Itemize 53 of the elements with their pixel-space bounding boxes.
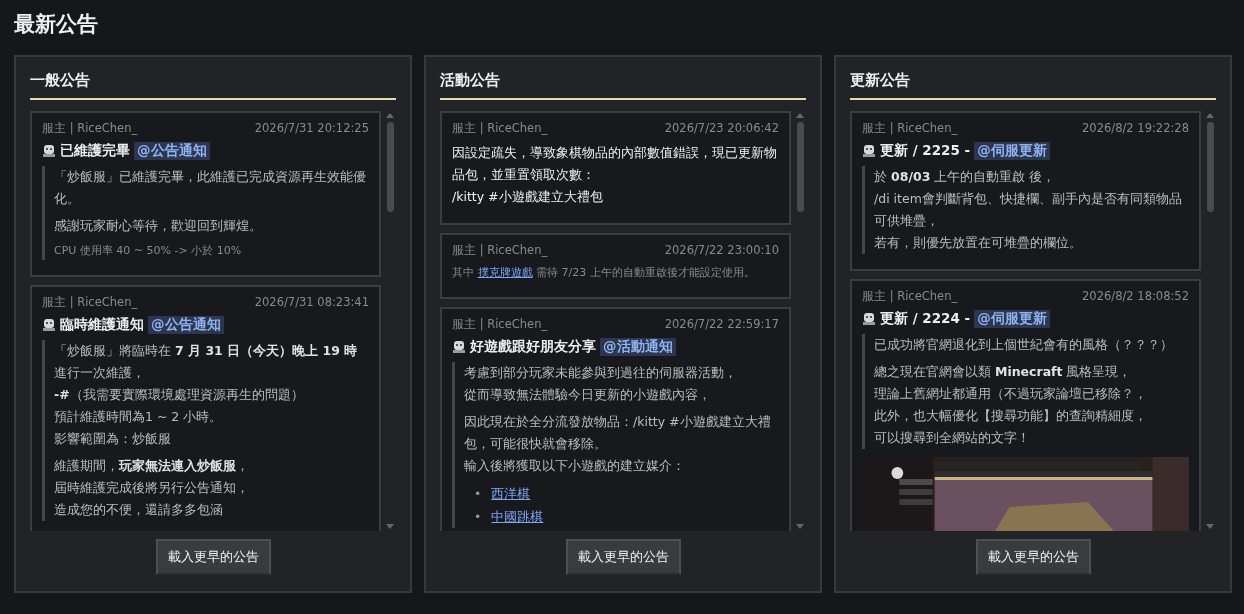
post-time: 2026/7/23 20:06:42 xyxy=(664,121,779,136)
post-heading: 更新 / 2224 - xyxy=(880,310,971,328)
bullet-mark: • xyxy=(474,485,482,503)
game-link[interactable]: 中國跳棋 xyxy=(491,505,544,528)
post-paragraph: 「炒飯服」已維護完畢，此維護已完成資源再生效能優化。 xyxy=(54,168,367,208)
post-paragraph: 其中 撲克牌遊戲 需待 7/23 上午的自動重啟後才能設定使用。 xyxy=(452,265,756,281)
post-author: 服主 | RiceChen_ xyxy=(862,121,958,136)
post-time: 2026/7/22 23:00:10 xyxy=(664,243,779,258)
emoji-icon xyxy=(452,340,466,354)
game-link[interactable]: 西洋棋 xyxy=(491,482,531,505)
page-title: 最新公告 xyxy=(14,11,98,38)
emoji-icon xyxy=(42,318,56,332)
post-author: 服主 | RiceChen_ xyxy=(452,243,548,258)
mention-tag[interactable]: @活動通知 xyxy=(600,338,676,356)
mention-tag[interactable]: @伺服更新 xyxy=(974,310,1050,328)
post-paragraph: 因此現在於全分流發放物品：/kitty #小遊戲建立大禮包，可能很快就會移除。 輸入後將獲取以下小遊戲的建立媒介： xyxy=(464,413,772,475)
load-more-button[interactable]: 載入更早的公告 xyxy=(975,539,1091,575)
post-paragraph: 總之現在官網會以類 Minecraft 風格呈現， 理論上舊網址都通用（不過玩家論壇已移除？， 此外，也大幅優化【搜尋功能】的查詢精細度， 可以搜尋到全網站的文字！ xyxy=(874,363,1148,447)
emoji-icon xyxy=(862,144,876,158)
post-author: 服主 | RiceChen_ xyxy=(452,121,548,136)
post-time: 2026/8/2 18:08:52 xyxy=(1082,289,1189,304)
post-author: 服主 | RiceChen_ xyxy=(42,295,138,310)
mention-tag[interactable]: @公告通知 xyxy=(148,316,224,334)
post-heading: 已維護完畢 xyxy=(60,142,130,160)
post-paragraph: 因設定疏失，導致象棋物品的內部數值錯誤，現已更新物品包，並重置領取次數： /kitty #小遊戲建立大禮包 xyxy=(452,144,778,206)
game-link[interactable]: 撲克牌遊戲 xyxy=(477,266,533,279)
post-heading: 好遊戲跟好朋友分享 xyxy=(470,338,596,356)
post-author: 服主 | RiceChen_ xyxy=(862,289,958,304)
mention-tag[interactable]: @伺服更新 xyxy=(974,142,1050,160)
post-time: 2026/7/31 08:23:41 xyxy=(254,295,369,310)
post-time: 2026/7/22 22:59:17 xyxy=(664,317,779,332)
post-paragraph: 已成功將官網退化到上個世紀會有的風格（？？？） xyxy=(874,336,1174,354)
column-title: 活動公告 xyxy=(440,71,500,90)
load-more-button[interactable]: 載入更早的公告 xyxy=(565,539,681,575)
post-author: 服主 | RiceChen_ xyxy=(42,121,138,136)
emoji-icon xyxy=(42,144,56,158)
post-heading: 更新 / 2225 - xyxy=(880,142,971,160)
post-time: 2026/8/2 19:22:28 xyxy=(1082,121,1189,136)
post-time: 2026/7/31 20:12:25 xyxy=(254,121,369,136)
mention-tag[interactable]: @公告通知 xyxy=(134,142,210,160)
post-paragraph: CPU 使用率 40 ~ 50% -> 小於 10% xyxy=(54,243,243,259)
post-paragraph: 考慮到部分玩家未能參與到過往的伺服器活動， 從而導致無法體驗今日更新的小遊戲內容， xyxy=(464,364,738,404)
post-paragraph: 維護期間，玩家無法連入炒飯服， 屆時維護完成後將另行公告通知， 造成您的不便，還請多多包涵 xyxy=(54,457,250,519)
post-author: 服主 | RiceChen_ xyxy=(452,317,548,332)
column-title: 一般公告 xyxy=(30,71,90,90)
post-paragraph: 「炒飯服」將臨時在 7 月 31 日（今天）晚上 19 時進行一次維護， -#（我需要實際環境處理資源再生的問題） 預計維護時間為1 ~ 2 小時。 影響範圍為：炒飯服 xyxy=(54,342,359,448)
load-more-button[interactable]: 載入更早的公告 xyxy=(155,539,271,575)
column-title: 更新公告 xyxy=(850,71,910,90)
post-paragraph: 於 08/03 上午的自動重啟 後， /di item會判斷背包、快捷欄、副手內是否有同類物品可供堆疊， 若有，則優先放置在可堆疊的欄位。 xyxy=(874,168,1183,252)
bullet-mark: • xyxy=(474,508,482,526)
post-heading: 臨時維護通知 xyxy=(60,316,144,334)
post-paragraph: 感謝玩家耐心等待，歡迎回到輝煌。 xyxy=(54,217,263,235)
emoji-icon xyxy=(862,312,876,326)
